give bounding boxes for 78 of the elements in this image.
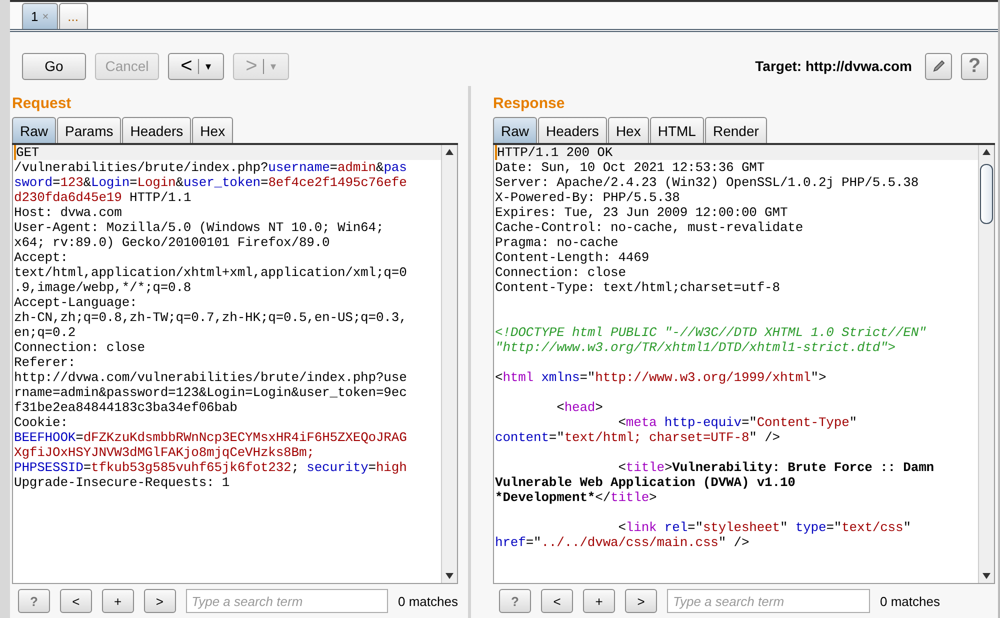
add-button[interactable]: + (102, 589, 134, 613)
repeater-tab[interactable]: 1 × (22, 3, 58, 29)
message-editor[interactable] (493, 145, 995, 584)
code-line: text/html,application/xhtml+xml,application/xml;q=0 (14, 265, 408, 280)
code-line: Upgrade-Insecure-Requests: 1 (14, 475, 231, 490)
code-line: "http://www.w3.org/TR/xhtml1/DTD/xhtml1-strict.dtd"> (495, 340, 896, 355)
code-line: /vulnerabilities/brute/index.php?username=admin&pas (14, 160, 408, 175)
code-line: Date: Sun, 10 Oct 2021 12:53:36 GMT (495, 160, 766, 175)
code-line: Content-Type: text/html;charset=utf-8 (495, 280, 781, 295)
code-line: rname=admin&password=123&Login=Login&user_token=9ec (14, 385, 408, 400)
add-button[interactable]: + (583, 589, 615, 613)
edit-button[interactable] (925, 52, 952, 80)
code-line: Vulnerable Web Application (DVWA) v1.10 (495, 475, 796, 490)
code-line: f31be2ea84844183c3ba34ef06bab (14, 400, 238, 415)
view-tab[interactable]: Render (704, 117, 767, 143)
search-field[interactable]: Type a search term (667, 589, 870, 613)
repeater-tab[interactable]: ... (58, 3, 88, 29)
back-button[interactable]: < ▾ (168, 52, 224, 80)
code-line: Referer: (14, 355, 77, 370)
code-line: <!DOCTYPE html PUBLIC "-//W3C//DTD XHTML 1.0 Strict//EN" (495, 325, 928, 340)
search-field[interactable]: Type a search term (186, 589, 388, 613)
code-line: <title>Vulnerability: Brute Force :: Damn (617, 460, 935, 475)
code-line: x64; rv:89.0) Gecko/20100101 Firefox/89.0 (14, 235, 331, 250)
code-line: sword=123&Login=Login&user_token=8ef4ce2f1495c76efe (14, 175, 408, 190)
code-line: Server: Apache/2.4.23 (Win32) OpenSSL/1.0.2j PHP/5.5.38 (495, 175, 920, 190)
help-button[interactable]: ? (499, 589, 531, 613)
help-button[interactable]: ? (961, 52, 988, 80)
code-line: Pragma: no-cache (495, 235, 620, 250)
go-button[interactable]: Go (22, 52, 86, 80)
scrollbar[interactable] (978, 145, 994, 583)
code-line: Cache-Control: no-cache, must-revalidate (495, 220, 804, 235)
code-line: XgfiJOxHSYJNVW3dMGlFAKjo8mjqCeVHzks8Bm; (14, 445, 316, 460)
help-button[interactable]: ? (18, 589, 50, 613)
code-line: Expires: Tue, 23 Jun 2009 12:00:00 GMT (495, 205, 789, 220)
match-count: 0 matches (880, 594, 940, 608)
message-editor[interactable] (12, 145, 458, 584)
code-line: <meta http-equiv="Content-Type" (617, 415, 858, 430)
code-line: http://dvwa.com/vulnerabilities/brute/index.php?use (14, 370, 408, 385)
code-line: content="text/html; charset=UTF-8" /> (495, 430, 781, 445)
code-line: Accept-Language: (14, 295, 138, 310)
pane-title: Response (493, 95, 566, 114)
code-line: BEEFHOOK=dFZKzuKdsmbbRWnNcp3ECYMsxHR4iF6H5ZXEQoJRAG (14, 430, 408, 445)
view-tab[interactable]: Raw (12, 117, 56, 143)
pencil-icon (930, 58, 946, 74)
view-tab[interactable]: Headers (538, 117, 607, 143)
view-tab[interactable]: Hex (192, 117, 234, 143)
scroll-thumb[interactable] (980, 164, 993, 224)
code-line: <link rel="stylesheet" type="text/css" (617, 520, 912, 535)
code-line: Cookie: (14, 415, 69, 430)
next-button[interactable]: > (144, 589, 176, 613)
previous-button[interactable]: < (60, 589, 92, 613)
target-label: Target: http://dvwa.com (755, 58, 912, 74)
code-line: *Development*</title> (495, 490, 658, 505)
code-line: X-Powered-By: PHP/5.5.38 (495, 190, 681, 205)
code-line: <head> (556, 400, 604, 415)
pane-title: Request (12, 95, 72, 114)
match-count: 0 matches (398, 594, 458, 608)
previous-button[interactable]: < (541, 589, 573, 613)
next-button[interactable]: > (625, 589, 657, 613)
code-line: en;q=0.2 (14, 325, 77, 340)
code-line: PHPSESSID=tfkub53g585vuhf65jk6fot232; security=high (14, 460, 408, 475)
code-line: href="../../dvwa/css/main.css" /> (495, 535, 750, 550)
code-line: <html xmlns="http://www.w3.org/1999/xhtml"> (495, 370, 828, 385)
view-tab[interactable]: HTML (650, 117, 704, 143)
view-tab[interactable]: Hex (608, 117, 649, 143)
code-line: Connection: close (495, 265, 627, 280)
code-line: User-Agent: Mozilla/5.0 (Windows NT 10.0; Win64; (14, 220, 385, 235)
view-tab[interactable]: Params (57, 117, 122, 143)
code-line: Content-Length: 4469 (495, 250, 650, 265)
code-line: .9,image/webp,*/*;q=0.8 (14, 280, 192, 295)
view-tab[interactable]: Raw (493, 117, 538, 143)
code-line: Connection: close (14, 340, 146, 355)
code-line: Host: dvwa.com (14, 205, 123, 220)
code-line: d230fda6d45e19 HTTP/1.1 (14, 190, 192, 205)
code-line: Accept: (14, 250, 69, 265)
view-tab[interactable]: Headers (122, 117, 192, 143)
scrollbar[interactable] (441, 145, 457, 583)
code-line: zh-CN,zh;q=0.8,zh-TW;q=0.7,zh-HK;q=0.5,en-US;q=0.3, (14, 310, 408, 325)
